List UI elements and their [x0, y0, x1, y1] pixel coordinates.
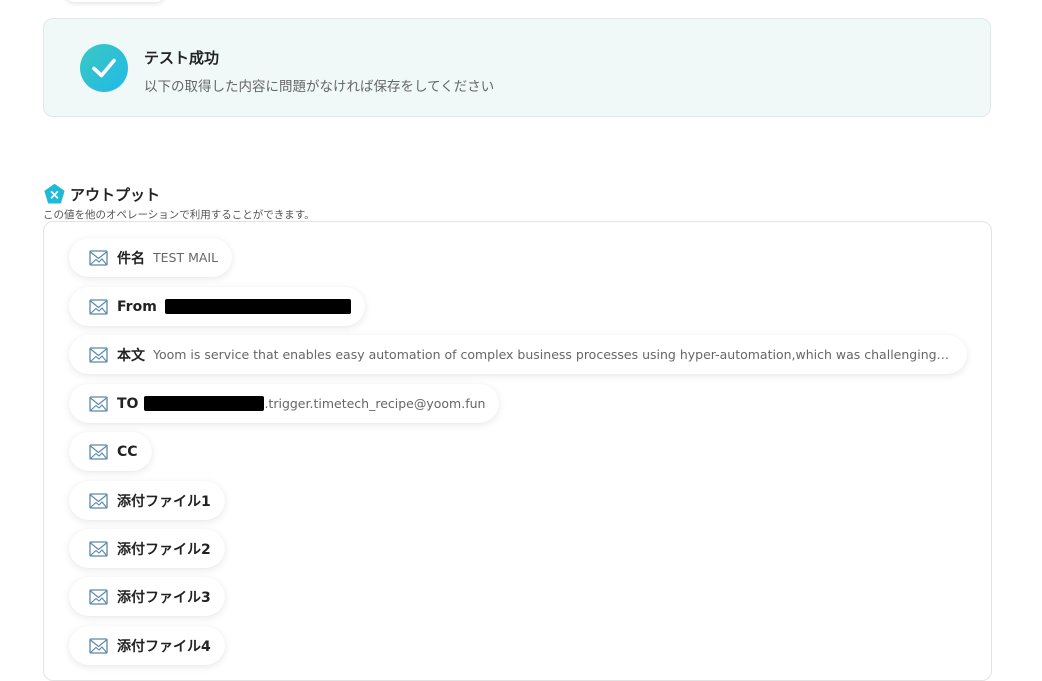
output-item-attachment-3[interactable]: 添付ファイル3 — [69, 577, 225, 616]
output-item-cc[interactable]: CC — [69, 432, 152, 471]
item-label: 添付ファイル3 — [117, 589, 211, 606]
redacted-value — [144, 396, 265, 411]
output-title: アウトプット — [70, 186, 161, 204]
mail-image-icon — [89, 298, 108, 315]
mail-image-icon — [89, 588, 108, 605]
output-item-from[interactable]: From — [69, 287, 365, 326]
redacted-value — [164, 299, 351, 314]
item-value: .trigger.timetech_recipe@yoom.fun — [264, 396, 486, 411]
item-label: 件名 — [117, 250, 145, 267]
item-label: 添付ファイル2 — [117, 541, 211, 558]
mail-image-icon — [89, 346, 108, 363]
output-badge-icon — [44, 184, 65, 204]
output-item-to[interactable]: TO .trigger.timetech_recipe@yoom.fun — [69, 384, 500, 423]
success-subtitle: 以下の取得した内容に問題がなければ保存をしてください — [144, 79, 495, 95]
item-label: From — [117, 298, 157, 315]
item-label: CC — [117, 443, 138, 460]
output-item-attachment-1[interactable]: 添付ファイル1 — [69, 481, 225, 520]
item-label: TO — [117, 395, 139, 412]
item-label: 添付ファイル4 — [117, 638, 211, 655]
output-item-subject[interactable]: 件名 TEST MAIL — [69, 238, 233, 277]
output-item-attachment-2[interactable]: 添付ファイル2 — [69, 529, 225, 568]
mail-image-icon — [89, 540, 108, 557]
item-label: 添付ファイル1 — [117, 493, 211, 510]
output-subtitle: この値を他のオペレーションで利用することができます。 — [43, 209, 315, 221]
item-label: 本文 — [117, 347, 145, 364]
success-title: テスト成功 — [144, 49, 220, 67]
test-success-banner: テスト成功 以下の取得した内容に問題がなければ保存をしてください — [43, 18, 991, 117]
output-item-attachment-4[interactable]: 添付ファイル4 — [69, 626, 225, 665]
mail-image-icon — [89, 395, 108, 412]
output-item-body[interactable]: 本文 Yoom is service that enables easy aut… — [69, 335, 967, 374]
item-value: TEST MAIL — [153, 250, 219, 265]
check-icon — [80, 44, 128, 92]
previous-chip-edge — [66, 0, 164, 2]
mail-image-icon — [89, 637, 108, 654]
mail-image-icon — [89, 249, 108, 266]
mail-image-icon — [89, 492, 108, 509]
mail-image-icon — [89, 443, 108, 460]
item-value: Yoom is service that enables easy automa… — [153, 347, 953, 362]
